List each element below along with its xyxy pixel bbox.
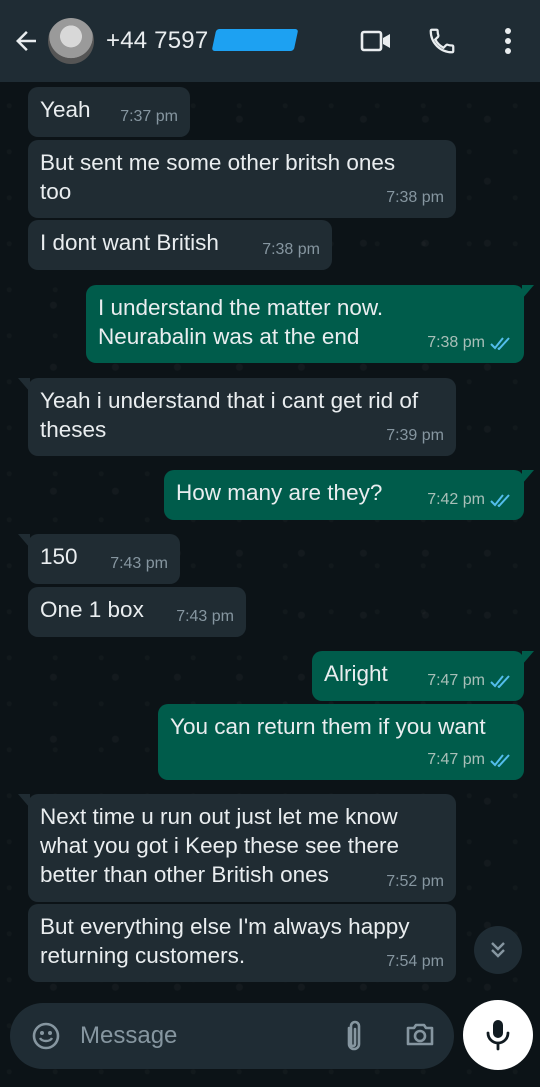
emoji-icon[interactable] (28, 1018, 64, 1054)
message-text: Yeah i understand that i cant get rid of… (40, 388, 419, 442)
message-text: I understand the matter now. Neurabalin … (98, 295, 384, 349)
scroll-to-bottom-button[interactable] (474, 926, 522, 974)
attach-icon[interactable] (340, 1018, 368, 1059)
message-outgoing[interactable]: Alright 7:47 pm (312, 651, 534, 701)
message-time: 7:43 pm (176, 608, 234, 625)
message-incoming[interactable]: I dont want British 7:38 pm (28, 220, 332, 270)
message-time: 7:37 pm (120, 108, 178, 125)
message-incoming[interactable]: One 1 box 7:43 pm (28, 587, 246, 637)
chat-header: +44 7597 (0, 0, 540, 82)
message-text: 150 (40, 544, 78, 569)
message-outgoing[interactable]: You can return them if you want 7:47 pm (158, 704, 524, 780)
message-text: Alright (324, 661, 388, 686)
message-incoming[interactable]: Yeah 7:37 pm (28, 87, 190, 137)
message-time: 7:52 pm (386, 873, 444, 890)
read-receipt-icon (490, 336, 510, 350)
back-arrow-icon[interactable] (4, 26, 48, 56)
message-text: But everything else I'm always happy ret… (40, 914, 410, 968)
message-text: I dont want British (40, 230, 219, 255)
message-text: You can return them if you want (170, 714, 486, 739)
message-composer (10, 1003, 454, 1069)
message-time: 7:38 pm (427, 334, 485, 351)
redaction-mark (212, 29, 299, 51)
contact-avatar[interactable] (48, 18, 94, 64)
message-time: 7:38 pm (386, 189, 444, 206)
message-text: Next time u run out just let me know wha… (40, 804, 399, 887)
message-time: 7:54 pm (386, 953, 444, 970)
voice-call-icon[interactable] (424, 23, 460, 59)
message-text: But sent me some other britsh ones too (40, 150, 396, 204)
video-call-icon[interactable] (358, 23, 394, 59)
more-options-icon[interactable] (490, 23, 526, 59)
message-text: Yeah (40, 97, 91, 122)
message-time: 7:43 pm (110, 555, 168, 572)
camera-icon[interactable] (404, 1018, 436, 1055)
contact-info[interactable]: +44 7597 (106, 27, 299, 55)
message-incoming[interactable]: 150 7:43 pm (18, 534, 180, 584)
message-outgoing[interactable]: I understand the matter now. Neurabalin … (86, 285, 534, 363)
message-outgoing[interactable]: How many are they? 7:42 pm (164, 470, 534, 520)
double-chevron-down-icon (491, 942, 505, 958)
message-incoming[interactable]: But sent me some other britsh ones too 7… (28, 140, 456, 218)
message-time: 7:47 pm (427, 672, 485, 689)
contact-name: +44 7597 (106, 27, 209, 54)
message-incoming[interactable]: Yeah i understand that i cant get rid of… (18, 378, 456, 456)
message-text: How many are they? (176, 480, 383, 505)
read-receipt-icon (490, 674, 510, 688)
message-incoming[interactable]: Next time u run out just let me know wha… (18, 794, 456, 902)
message-input[interactable] (78, 1021, 322, 1051)
message-time: 7:42 pm (427, 491, 485, 508)
message-list[interactable]: Yeah 7:37 pm But sent me some other brit… (0, 82, 540, 997)
message-time: 7:39 pm (386, 427, 444, 444)
microphone-icon (486, 1020, 510, 1051)
message-text: One 1 box (40, 597, 144, 622)
message-time: 7:47 pm (427, 751, 485, 768)
voice-message-button[interactable] (463, 1000, 533, 1070)
message-time: 7:38 pm (262, 241, 320, 258)
read-receipt-icon (490, 493, 510, 507)
read-receipt-icon (490, 753, 510, 767)
message-incoming[interactable]: But everything else I'm always happy ret… (28, 904, 456, 982)
